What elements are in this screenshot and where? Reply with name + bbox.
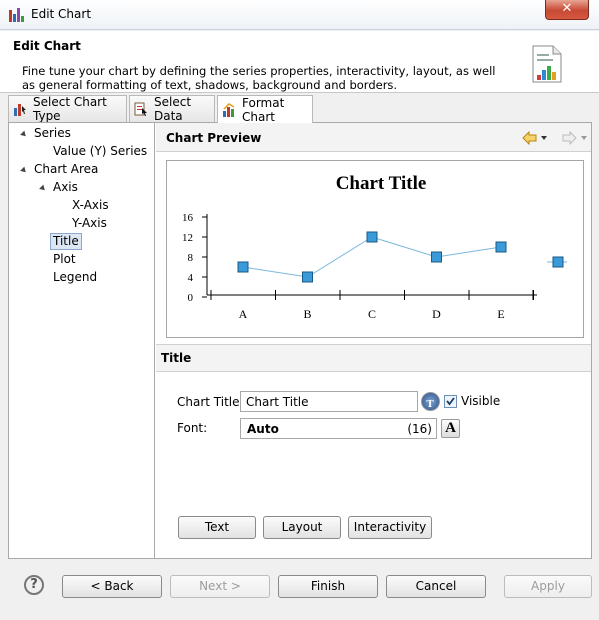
data-point-marker xyxy=(495,241,507,253)
x-tick-label: B xyxy=(303,307,311,321)
title-bar: Edit Chart ✕ xyxy=(0,0,599,30)
back-dropdown-icon[interactable] xyxy=(541,136,547,140)
data-point-marker xyxy=(237,261,249,273)
expand-arrow-icon[interactable] xyxy=(20,166,28,175)
checkmark-icon xyxy=(446,397,455,406)
data-point-marker xyxy=(366,231,378,243)
cancel-button[interactable]: Cancel xyxy=(386,575,486,598)
next-button[interactable]: Next > xyxy=(170,575,270,598)
data-point-marker xyxy=(302,271,313,283)
chart-app-icon xyxy=(8,7,24,23)
x-tick-label: A xyxy=(239,307,248,321)
text-button[interactable]: Text xyxy=(178,516,256,539)
data-point-marker xyxy=(552,256,564,268)
tree-item-plot[interactable]: Plot xyxy=(53,251,76,268)
tree-item-chart-area[interactable]: Chart Area xyxy=(34,161,98,178)
chart-type-icon xyxy=(13,102,27,116)
chart-title-label: Chart Title: xyxy=(177,395,244,409)
help-icon[interactable]: ? xyxy=(24,575,44,595)
tab-format-chart[interactable]: Format Chart xyxy=(217,95,313,124)
expression-icon: T xyxy=(426,398,434,410)
apply-button[interactable]: Apply xyxy=(504,575,592,598)
tree-item-y-axis[interactable]: Y-Axis xyxy=(72,215,107,232)
font-name: Auto xyxy=(247,422,279,436)
y-tick-label: 8 xyxy=(188,252,194,264)
expression-builder-button[interactable]: T xyxy=(421,392,440,411)
section-title: Title xyxy=(161,351,192,365)
tree-item-title[interactable]: Title xyxy=(50,233,82,250)
layout-button[interactable]: Layout xyxy=(263,516,341,539)
dialog-header: Edit Chart Fine tune your chart by defin… xyxy=(0,31,599,93)
close-button[interactable]: ✕ xyxy=(545,0,589,20)
forward-dropdown-icon[interactable] xyxy=(581,136,587,140)
visible-label: Visible xyxy=(461,394,501,408)
font-label: Font: xyxy=(177,421,208,435)
back-arrow-icon[interactable] xyxy=(522,131,537,145)
font-size: (16) xyxy=(407,422,432,436)
main-panel: Series Value (Y) Series Chart Area Axis … xyxy=(8,122,592,559)
series-line xyxy=(242,236,502,278)
chart-title-input[interactable] xyxy=(240,391,418,412)
svg-text:T: T xyxy=(426,398,434,410)
y-tick-label: 12 xyxy=(182,232,193,244)
tab-label: Select Chart Type xyxy=(33,95,107,123)
expand-arrow-icon[interactable] xyxy=(39,184,47,193)
back-button[interactable]: < Back xyxy=(62,575,162,598)
select-data-icon xyxy=(134,102,148,116)
finish-button[interactable]: Finish xyxy=(278,575,378,598)
font-selector[interactable]: Auto (16) xyxy=(240,418,437,439)
format-panel: Chart Preview Chart Title 16 12 8 4 0 A … xyxy=(156,123,591,558)
format-chart-icon xyxy=(222,102,236,117)
y-tick-label: 4 xyxy=(188,272,194,284)
tree-item-x-axis[interactable]: X-Axis xyxy=(72,197,109,214)
x-tick-label: D xyxy=(432,307,441,321)
report-chart-icon xyxy=(532,45,562,83)
tree-item-value-series[interactable]: Value (Y) Series xyxy=(53,143,147,160)
chart-preview-title: Chart Preview xyxy=(166,131,262,145)
tab-select-data[interactable]: Select Data xyxy=(129,95,215,123)
chart-svg: Chart Title 16 12 8 4 0 A B C D E xyxy=(182,173,567,321)
tab-label: Select Data xyxy=(154,95,192,123)
y-tick-label: 0 xyxy=(188,292,194,304)
chart-preview-header: Chart Preview xyxy=(156,123,591,152)
visible-checkbox[interactable] xyxy=(444,395,457,408)
preview-nav xyxy=(522,131,587,145)
expand-arrow-icon[interactable] xyxy=(20,130,28,139)
header-description: Fine tune your chart by defining the ser… xyxy=(22,64,496,92)
tree-item-series[interactable]: Series xyxy=(34,125,71,142)
x-tick-label: E xyxy=(497,307,504,321)
font-editor-button[interactable]: A xyxy=(441,419,460,438)
data-point-marker xyxy=(431,251,442,263)
forward-arrow-icon[interactable] xyxy=(562,131,577,145)
chart-title-text: Chart Title xyxy=(336,173,427,194)
tree-item-axis[interactable]: Axis xyxy=(53,179,78,196)
tab-select-chart-type[interactable]: Select Chart Type xyxy=(8,95,127,123)
format-tree: Series Value (Y) Series Chart Area Axis … xyxy=(9,123,155,558)
header-title: Edit Chart xyxy=(13,39,81,53)
y-tick-label: 16 xyxy=(182,212,194,224)
title-section-header: Title xyxy=(156,344,591,372)
chart-preview: Chart Title 16 12 8 4 0 A B C D E xyxy=(166,160,584,338)
interactivity-button[interactable]: Interactivity xyxy=(348,516,432,539)
x-tick-label: C xyxy=(368,307,376,321)
tab-label: Format Chart xyxy=(242,95,285,124)
window-title: Edit Chart xyxy=(31,7,92,21)
tree-item-legend[interactable]: Legend xyxy=(53,269,97,286)
